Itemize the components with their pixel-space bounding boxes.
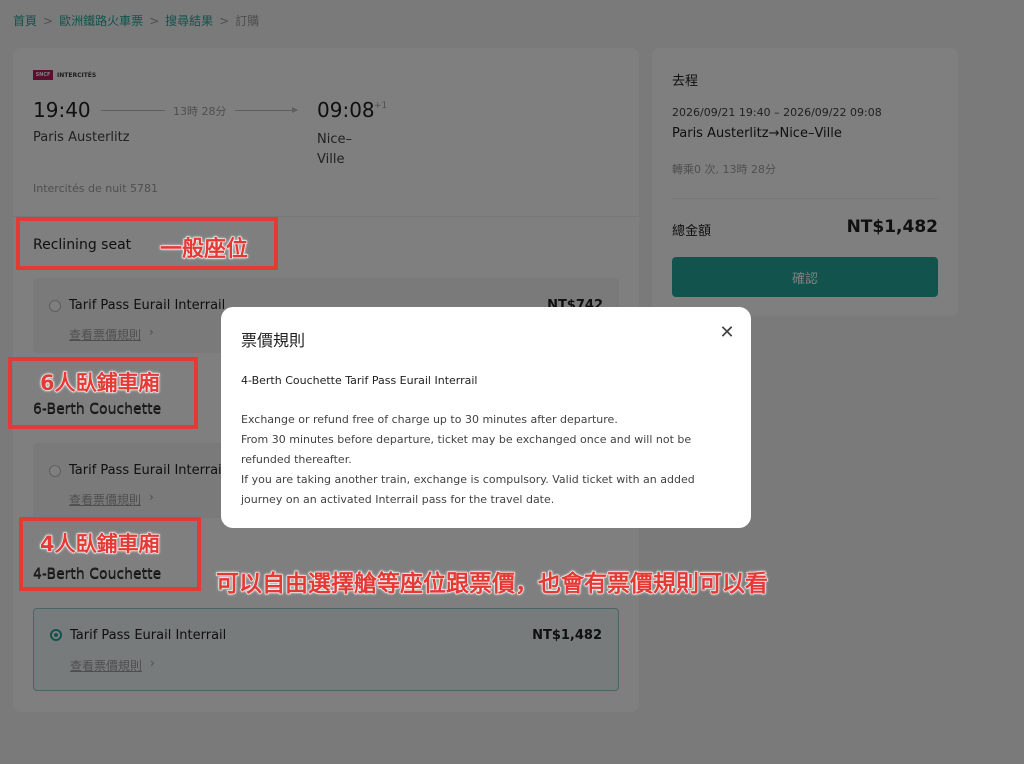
fare-rules-modal: 票價規則 ✕ 4-Berth Couchette Tarif Pass Eura… [221,307,751,528]
annotation-note: 可以自由選擇艙等座位跟票價，也會有票價規則可以看 [216,571,769,598]
modal-subtitle: 4-Berth Couchette Tarif Pass Eurail Inte… [241,374,478,387]
annotation-text-6-berth: 6人臥鋪車廂 [40,371,161,396]
class-title-4-berth-highlight: 4-Berth Couchette [33,566,162,582]
annotation-text-seat: 一般座位 [159,237,249,263]
rule-line: refunded thereafter. [241,453,352,466]
modal-title: 票價規則 [241,331,306,350]
close-icon[interactable]: ✕ [717,322,737,343]
class-title-6-berth-highlight: 6-Berth Couchette [33,401,162,417]
modal-rules-text: Exchange or refund free of charge up to … [241,410,731,510]
rule-line: journey on an activated Interrail pass f… [241,493,555,506]
rule-line: From 30 minutes before departure, ticket… [241,433,692,446]
rule-line: If you are taking another train, exchang… [241,473,695,486]
rule-line: Exchange or refund free of charge up to … [241,413,618,426]
annotation-text-4-berth: 4人臥鋪車廂 [40,532,161,557]
